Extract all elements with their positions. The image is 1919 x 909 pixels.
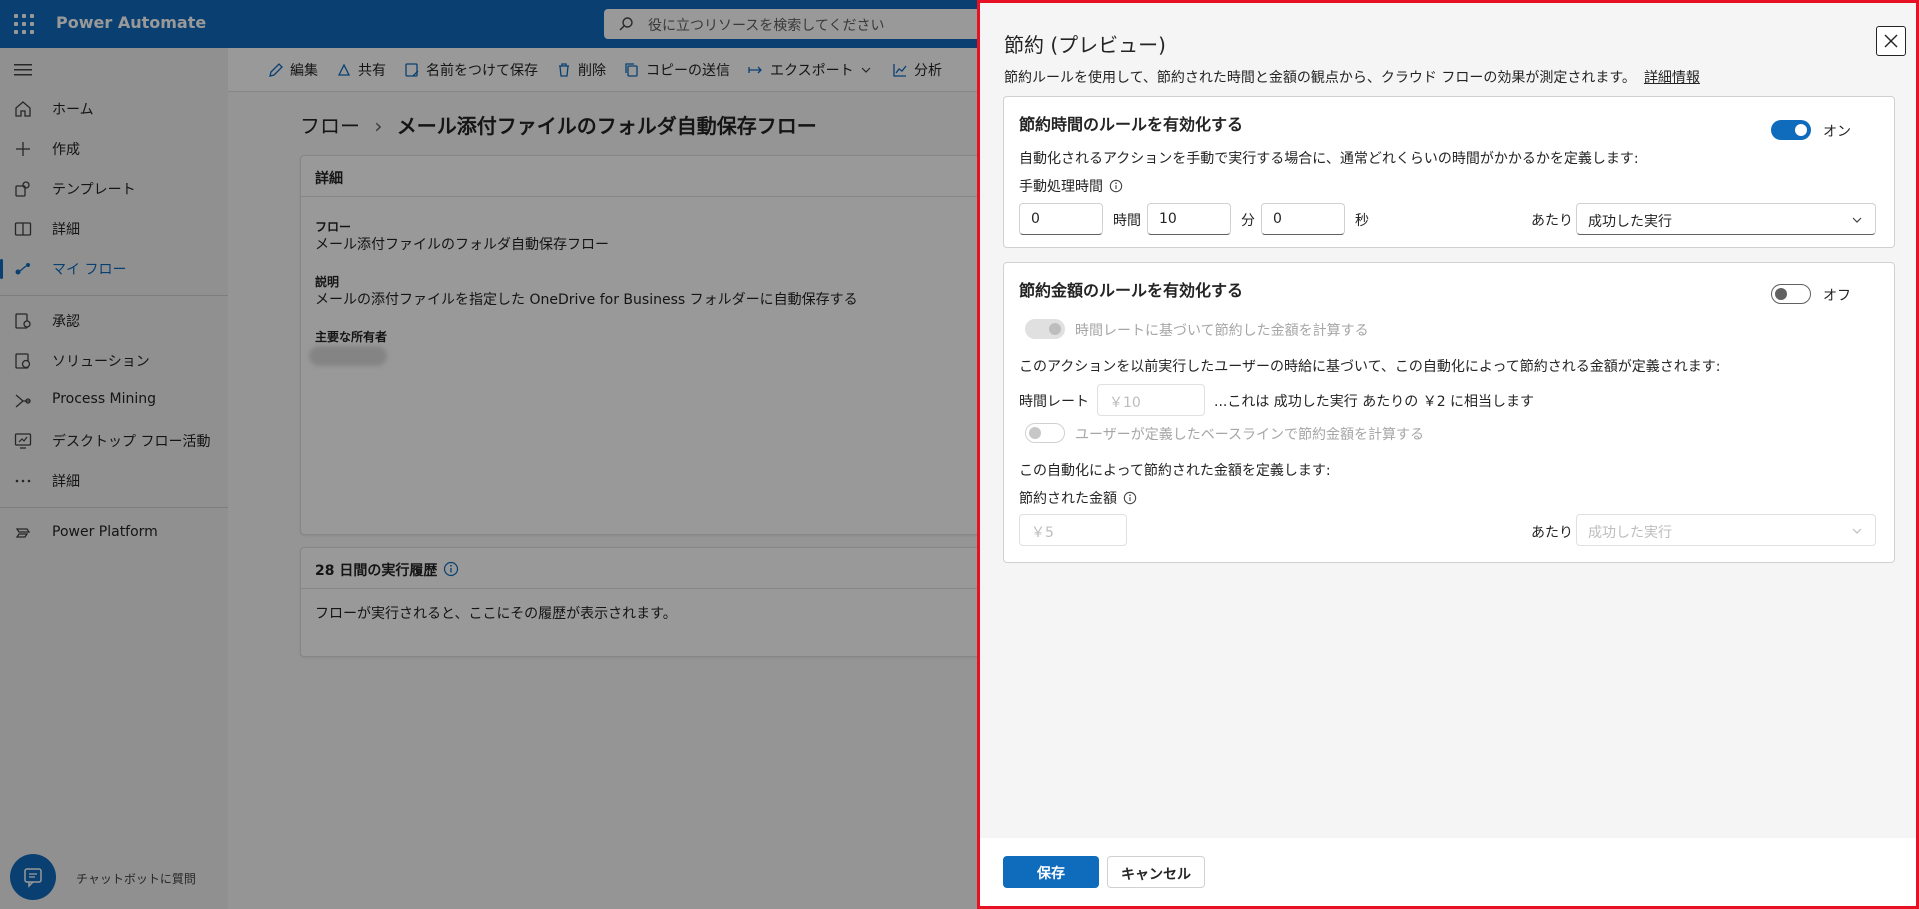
saved-amount-label: 節約された金額 [1019,488,1137,508]
rate-description: このアクションを以前実行したユーザーの時給に基づいて、この自動化によって節約され… [1019,359,1721,375]
hourly-rate-label: 時間レート [1019,394,1089,410]
time-rule-toggle[interactable] [1771,120,1811,140]
hourly-rate-input[interactable]: ￥10 [1097,384,1205,416]
panel-title: 節約 (プレビュー) [1004,33,1166,57]
rate-equivalent-text: ...これは 成功した実行 あたりの ￥2 に相当します [1214,394,1535,410]
minutes-unit: 分 [1241,213,1255,229]
close-button[interactable] [1876,26,1906,56]
manual-time-label: 手動処理時間 [1019,176,1123,196]
time-rule-title: 節約時間のルールを有効化する [1019,115,1244,134]
rate-toggle-label: 時間レートに基づいて節約した金額を計算する [1075,323,1369,339]
cancel-button[interactable]: キャンセル [1107,856,1205,888]
money-rule-title: 節約金額のルールを有効化する [1019,281,1244,300]
save-button[interactable]: 保存 [1003,856,1099,888]
hours-unit: 時間 [1113,213,1141,229]
saved-amount-input[interactable]: ￥5 [1019,514,1127,546]
time-rule-section: 節約時間のルールを有効化する オン 自動化されるアクションを手動で実行する場合に… [1003,96,1895,248]
amount-description: この自動化によって節約された金額を定義します: [1019,463,1331,479]
rate-toggle[interactable] [1025,319,1065,339]
info-icon[interactable] [1123,491,1137,505]
money-per-run-dropdown[interactable]: 成功した実行 [1576,514,1876,546]
money-per-run-value: 成功した実行 [1588,525,1672,541]
time-rule-description: 自動化されるアクションを手動で実行する場合に、通常どれくらいの時間がかかるかを定… [1019,151,1639,167]
baseline-toggle-label: ユーザーが定義したベースラインで節約金額を計算する [1075,427,1425,443]
panel-footer: 保存 キャンセル [980,838,1916,906]
minutes-input[interactable]: 10 [1147,203,1231,235]
seconds-input[interactable]: 0 [1261,203,1345,235]
info-icon[interactable] [1109,179,1123,193]
learn-more-link[interactable]: 詳細情報 [1644,70,1700,86]
money-rule-toggle-label: オフ [1823,288,1851,304]
hours-input[interactable]: 0 [1019,203,1103,235]
baseline-toggle[interactable] [1025,423,1065,443]
money-rule-section: 節約金額のルールを有効化する オフ 時間レートに基づいて節約した金額を計算する … [1003,262,1895,563]
money-rule-toggle[interactable] [1771,284,1811,304]
per-run-dropdown[interactable]: 成功した実行 [1576,203,1876,235]
panel-description: 節約ルールを使用して、節約された時間と金額の観点から、クラウド フローの効果が測… [1004,70,1700,86]
per-label: あたり [1531,525,1573,541]
chevron-down-icon [1852,528,1862,534]
per-run-value: 成功した実行 [1588,214,1672,230]
modal-overlay[interactable] [0,0,977,909]
close-icon [1884,34,1898,48]
chevron-down-icon [1852,217,1862,223]
time-rule-toggle-label: オン [1823,124,1851,140]
per-label: あたり [1531,213,1573,229]
seconds-unit: 秒 [1355,213,1369,229]
